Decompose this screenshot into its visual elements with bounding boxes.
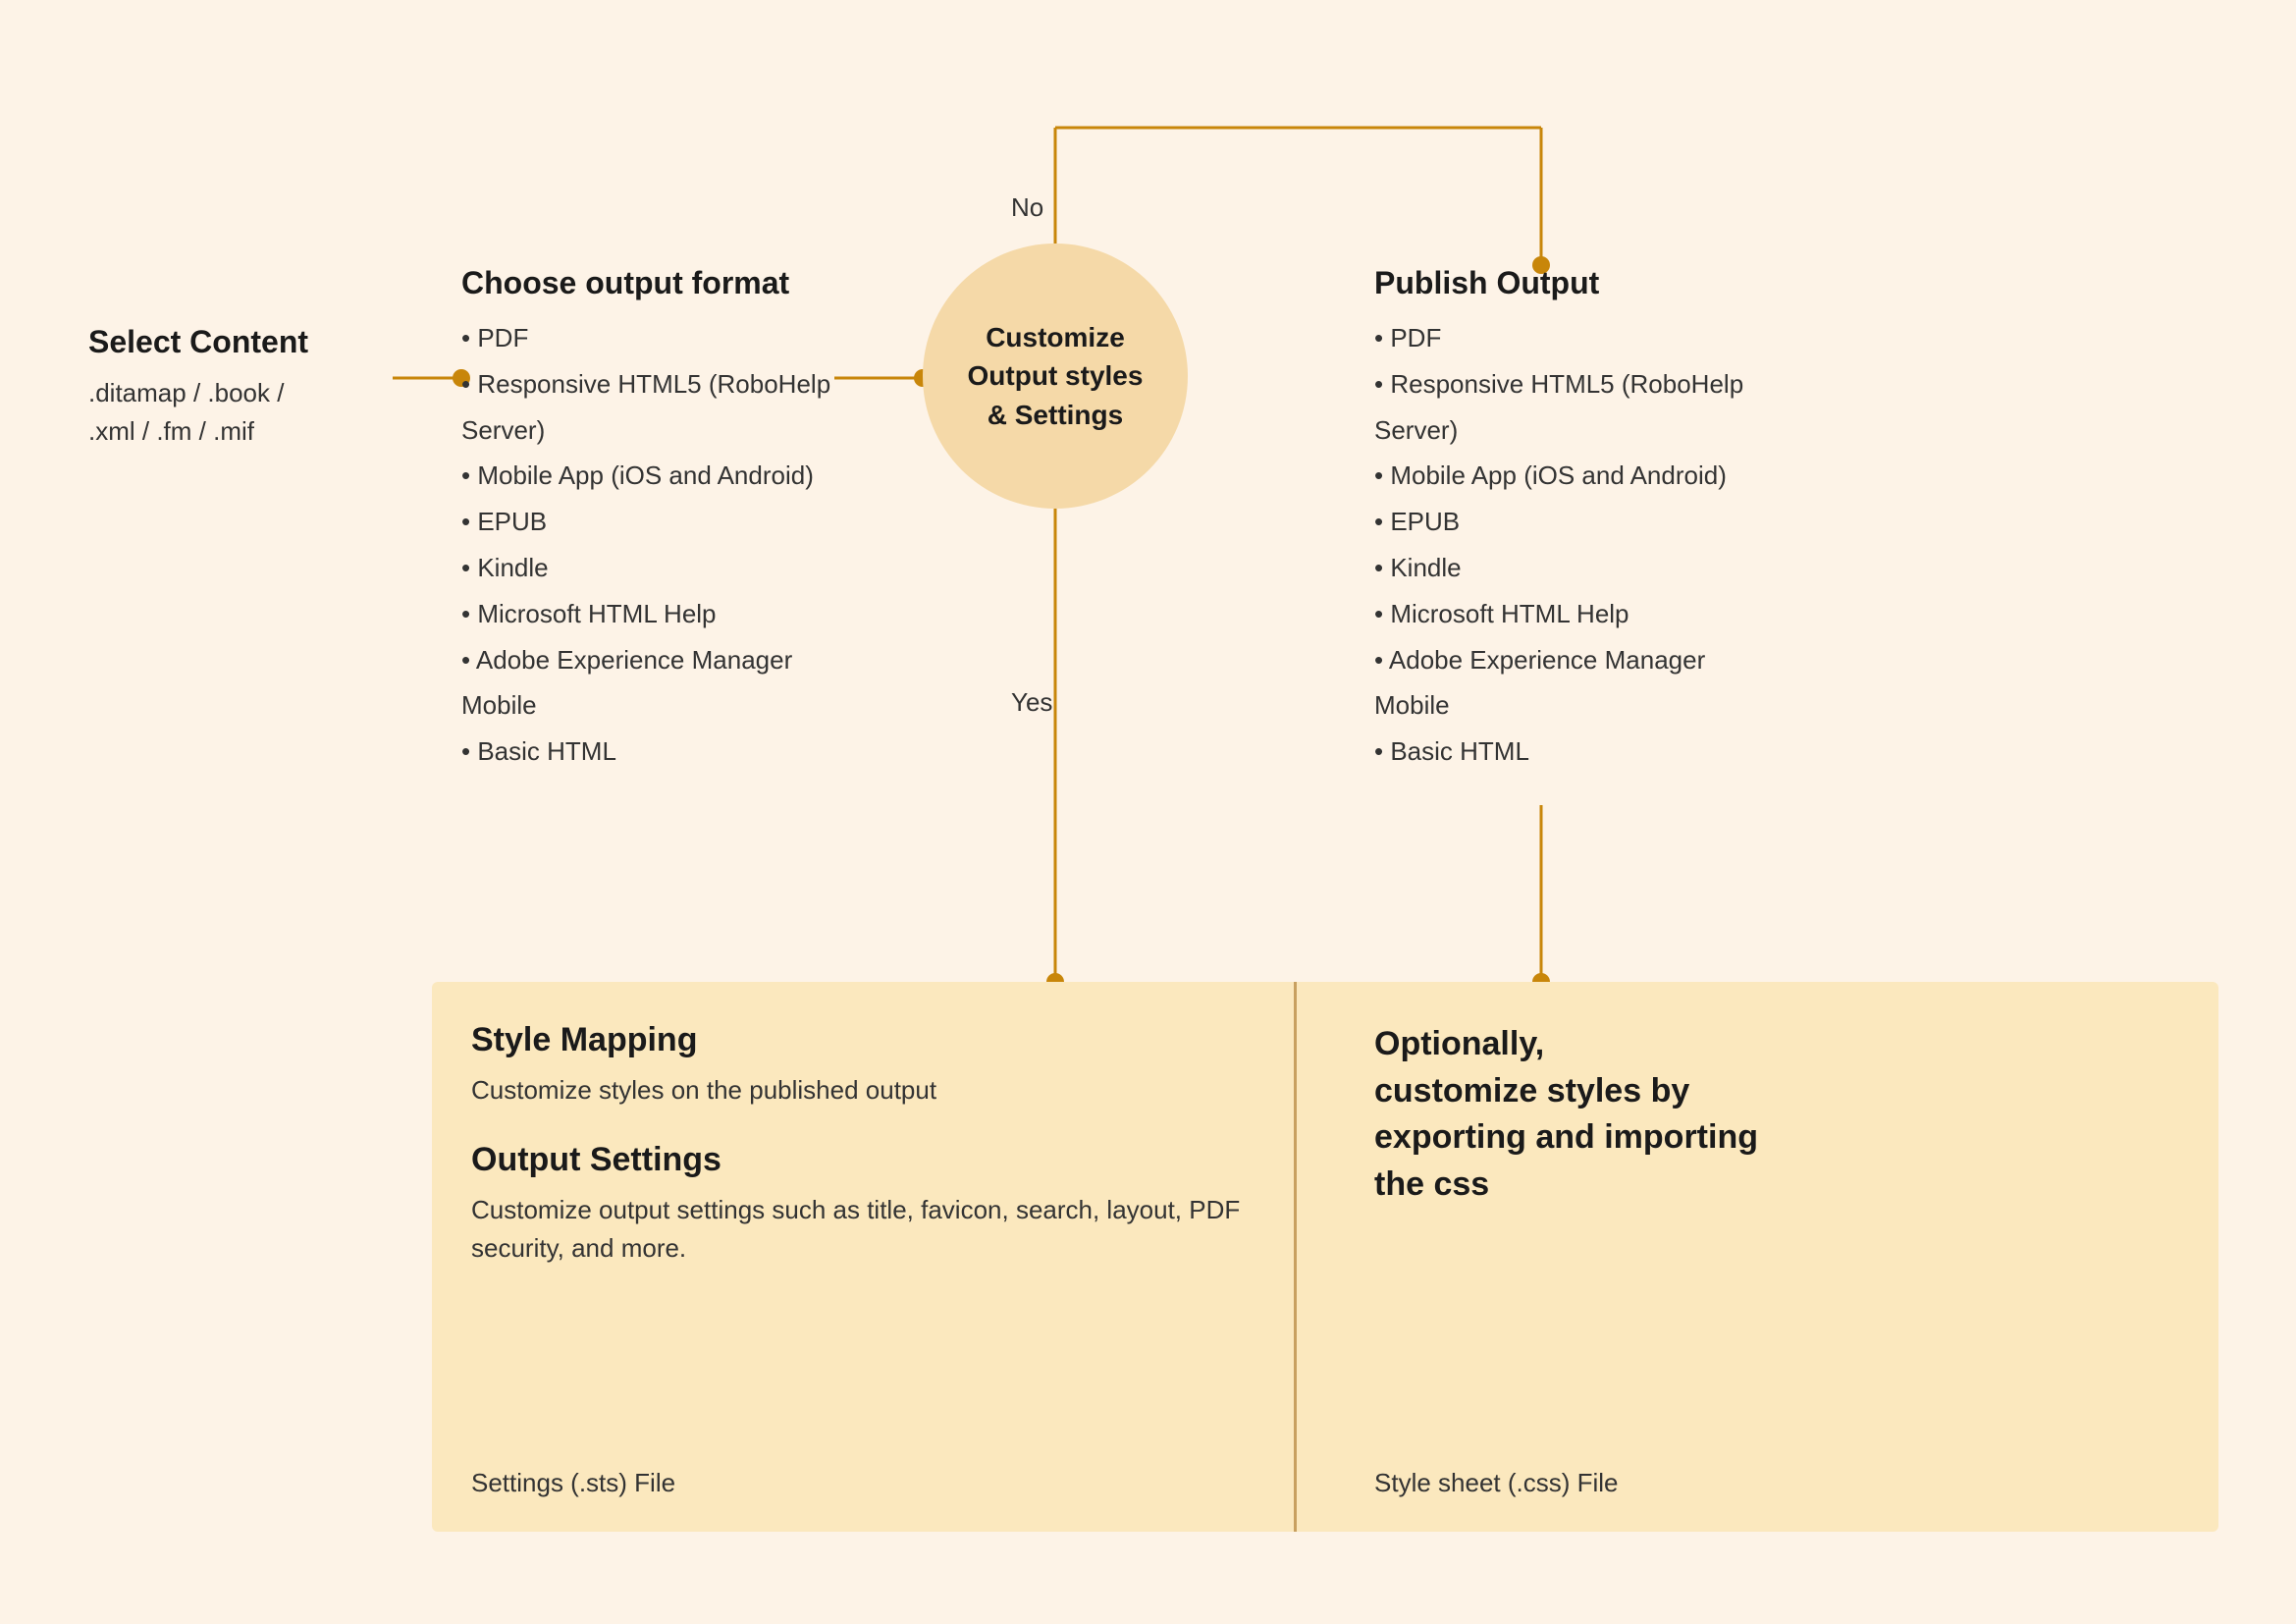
stylesheet-file-label: Style sheet (.css) File [1374,1468,1619,1498]
choose-output-title: Choose output format [461,265,834,301]
optionally-section: Optionally,customize styles byexporting … [1374,1021,2120,1223]
output-settings-text: Customize output settings such as title,… [471,1191,1276,1268]
list-item: Kindle [461,545,834,591]
output-settings-title: Output Settings [471,1141,1276,1179]
yes-label: Yes [1011,687,1052,718]
list-item: EPUB [1374,499,1787,545]
select-content-node: Select Content .ditamap / .book /.xml / … [88,324,383,451]
diagram-container: No Yes Select Content .ditamap / .book /… [0,0,2296,1624]
no-label: No [1011,192,1043,223]
list-item: Microsoft HTML Help [461,591,834,637]
list-item: Mobile App (iOS and Android) [1374,453,1787,499]
list-item: PDF [1374,315,1787,361]
style-mapping-section: Style Mapping Customize styles on the pu… [471,1021,1276,1268]
list-item: Kindle [1374,545,1787,591]
list-item: Adobe Experience Manager Mobile [1374,637,1787,730]
list-item: Basic HTML [1374,729,1787,775]
list-item: PDF [461,315,834,361]
customize-circle-title: CustomizeOutput styles& Settings [948,298,1163,454]
list-item: EPUB [461,499,834,545]
style-mapping-title: Style Mapping [471,1021,1276,1059]
bottom-box-divider [1294,982,1297,1532]
customize-circle-node: CustomizeOutput styles& Settings [923,244,1188,509]
publish-output-list: PDF Responsive HTML5 (RoboHelp Server) M… [1374,315,1787,775]
list-item: Microsoft HTML Help [1374,591,1787,637]
list-item: Mobile App (iOS and Android) [461,453,834,499]
select-content-title: Select Content [88,324,383,360]
list-item: Adobe Experience Manager Mobile [461,637,834,730]
optionally-title: Optionally,customize styles byexporting … [1374,1021,2120,1208]
choose-output-list: PDF Responsive HTML5 (RoboHelp Server) M… [461,315,834,775]
choose-output-node: Choose output format PDF Responsive HTML… [461,265,834,775]
select-content-sub: .ditamap / .book /.xml / .fm / .mif [88,374,383,451]
list-item: Responsive HTML5 (RoboHelp Server) [461,361,834,454]
publish-output-node: Publish Output PDF Responsive HTML5 (Rob… [1374,265,1787,775]
list-item: Responsive HTML5 (RoboHelp Server) [1374,361,1787,454]
style-mapping-text: Customize styles on the published output [471,1071,1276,1110]
settings-file-label: Settings (.sts) File [471,1468,675,1498]
list-item: Basic HTML [461,729,834,775]
publish-output-title: Publish Output [1374,265,1787,301]
